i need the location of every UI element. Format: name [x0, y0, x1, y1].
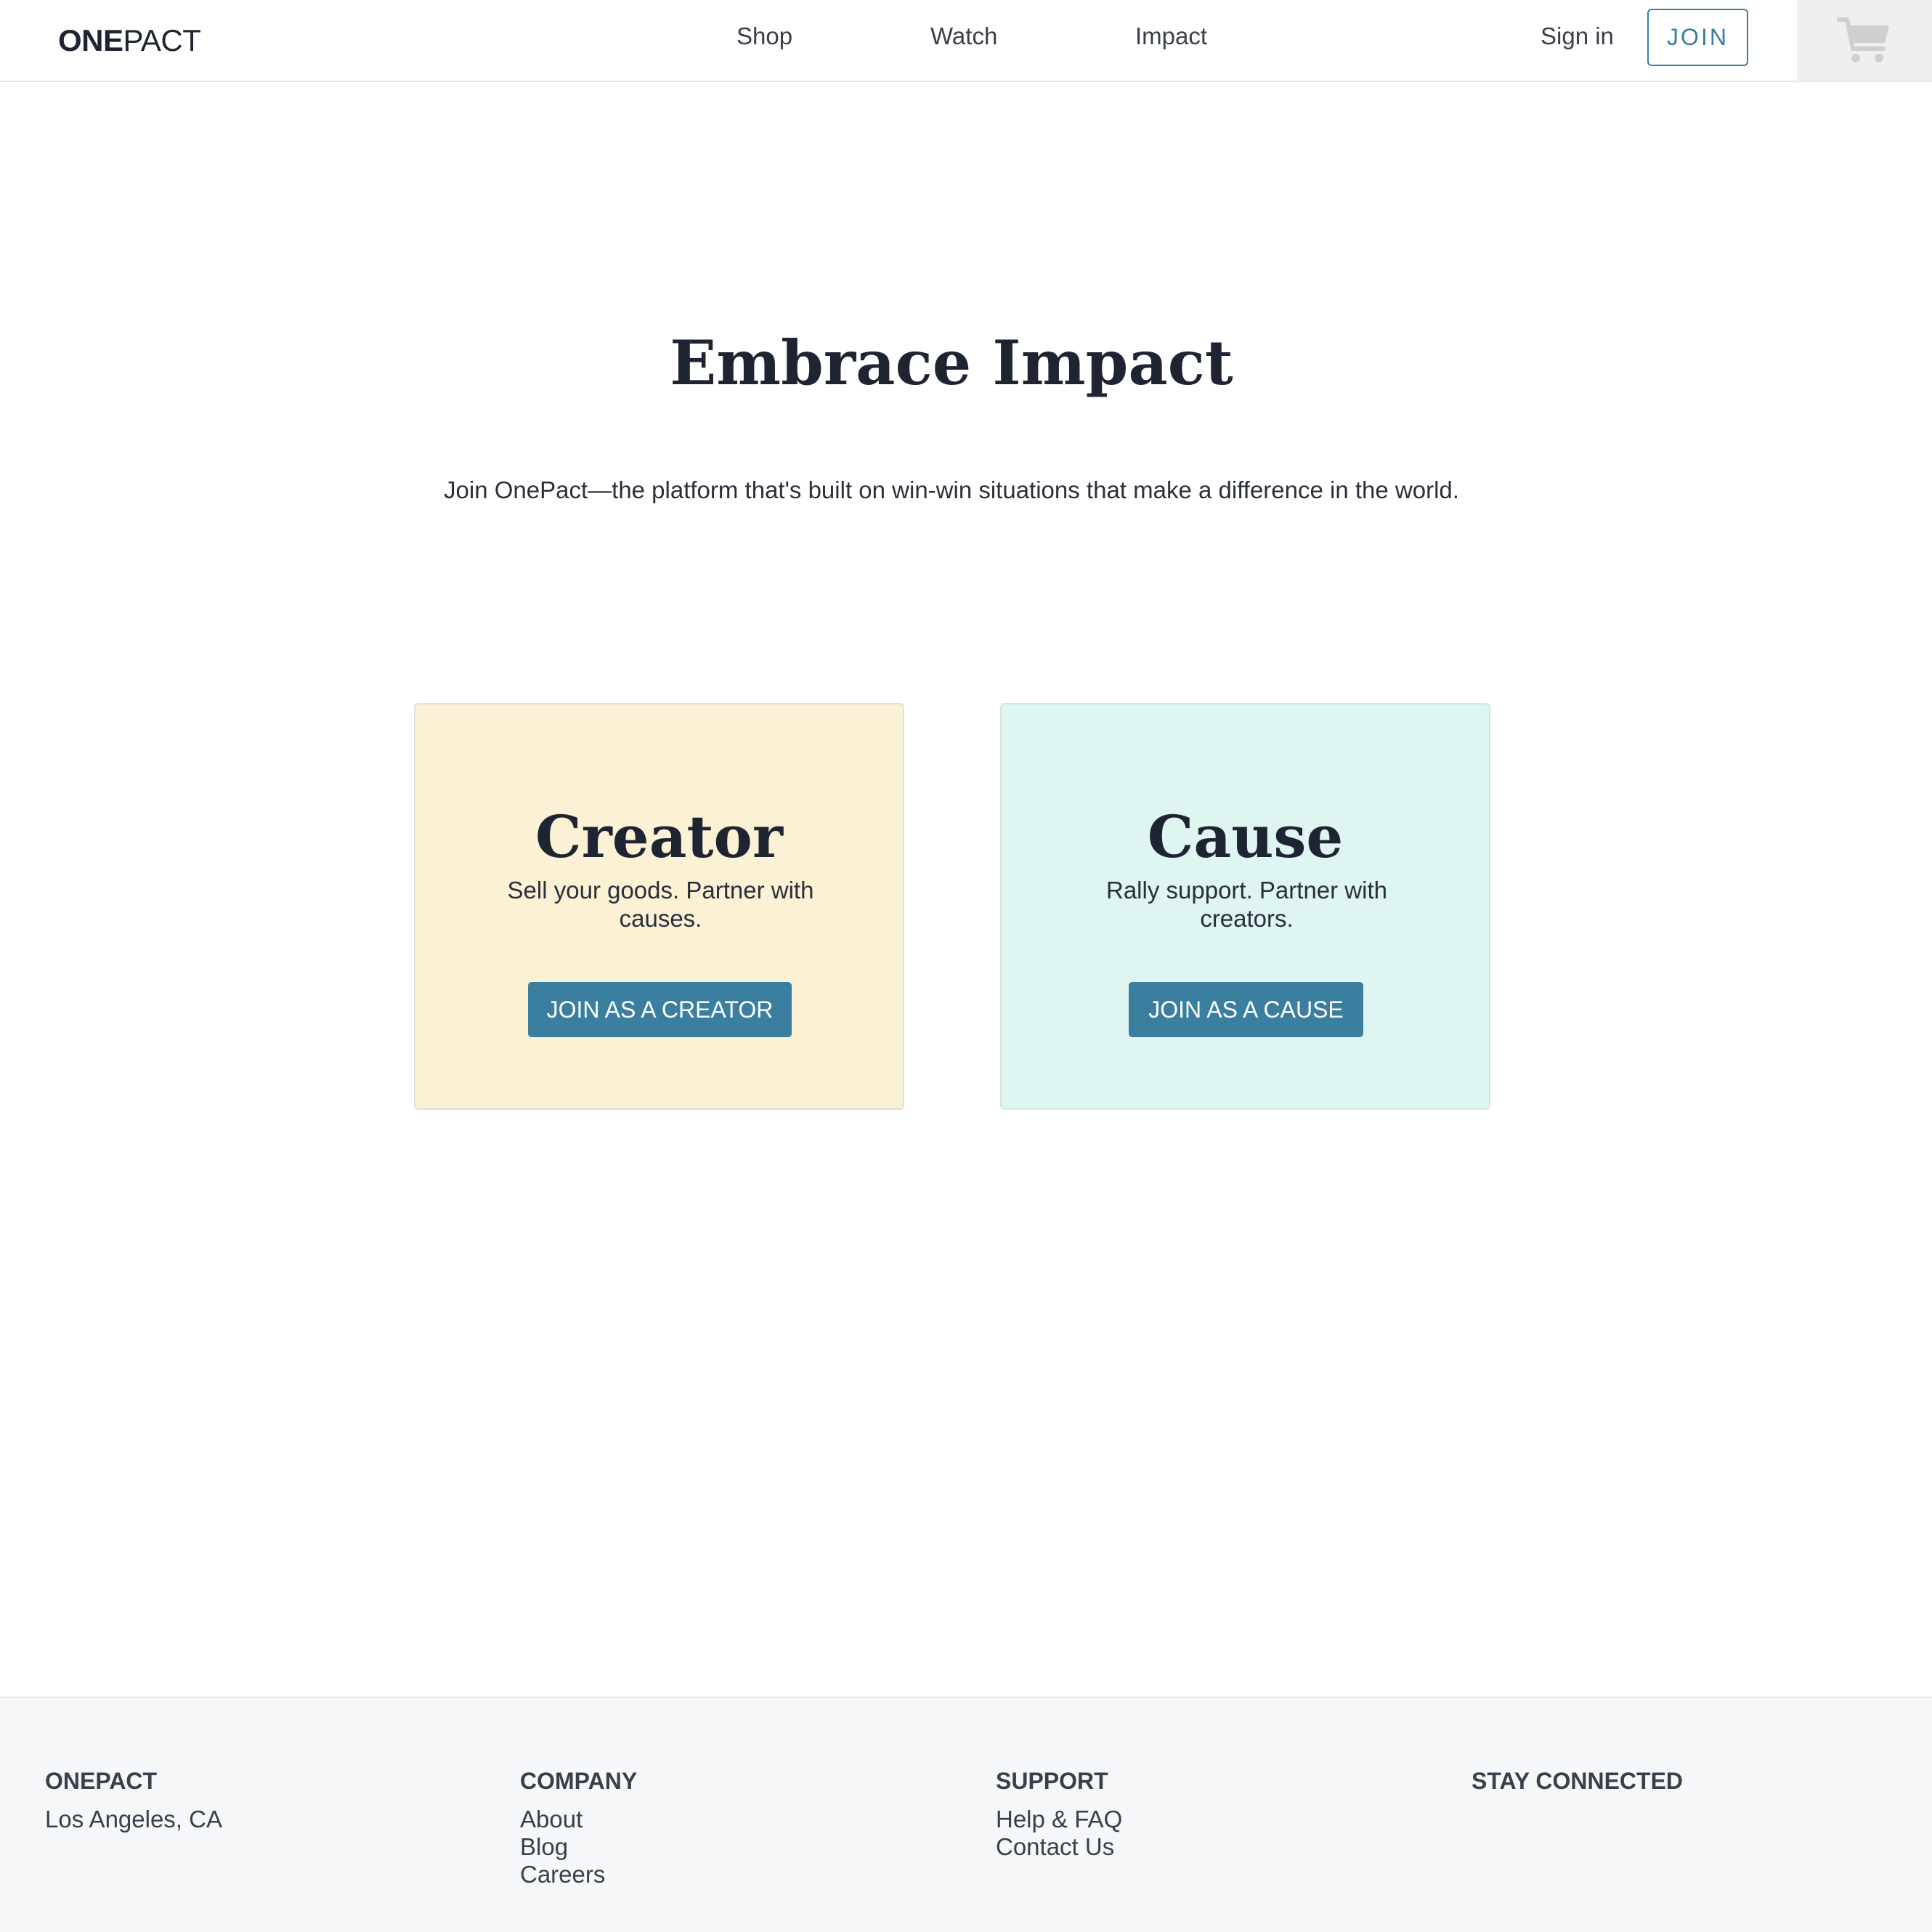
- footer-heading: STAY CONNECTED: [1472, 1768, 1684, 1794]
- footer-heading: SUPPORT: [996, 1768, 1108, 1794]
- cart-button[interactable]: [1797, 0, 1932, 81]
- footer-heading: ONEPACT: [45, 1768, 158, 1794]
- nav-impact-link[interactable]: Impact: [1135, 20, 1207, 52]
- cart-icon: [1837, 17, 1889, 62]
- footer-column-stay-connected: STAY CONNECTED: [1472, 1766, 1683, 1806]
- cause-card-title: Cause: [1147, 803, 1344, 871]
- nav-watch-link[interactable]: Watch: [930, 20, 997, 52]
- footer-location: Los Angeles, CA: [45, 1806, 222, 1832]
- page-title: Embrace Impact: [670, 327, 1233, 399]
- join-as-creator-button[interactable]: JOIN AS A CREATOR: [528, 982, 792, 1037]
- nav-shop-link[interactable]: Shop: [736, 20, 792, 52]
- site-header: ONEPACT Shop Watch Impact Sign in JOIN: [0, 0, 1932, 82]
- cause-card-description: Rally support. Partner with creators.: [1106, 877, 1387, 932]
- hero-subtitle: Join OnePact—the platform that's built o…: [444, 476, 1459, 503]
- footer-column-support: SUPPORT Help & FAQ Contact Us: [996, 1766, 1122, 1861]
- creator-card-title: Creator: [535, 803, 783, 871]
- onepact-logo[interactable]: ONEPACT: [58, 22, 201, 60]
- logo-bold-text: ONE: [58, 23, 123, 57]
- footer-link-contact-us[interactable]: Contact Us: [996, 1833, 1122, 1861]
- footer-link-careers[interactable]: Careers: [520, 1861, 637, 1888]
- cause-card: Cause Rally support. Partner with creato…: [1000, 703, 1490, 1110]
- logo-light-text: PACT: [123, 23, 201, 57]
- footer-heading: COMPANY: [520, 1768, 638, 1794]
- sign-in-link[interactable]: Sign in: [1541, 20, 1614, 52]
- join-button[interactable]: JOIN: [1647, 9, 1748, 66]
- footer-link-about[interactable]: About: [520, 1806, 637, 1833]
- join-as-cause-button[interactable]: JOIN AS A CAUSE: [1129, 982, 1363, 1037]
- creator-card: Creator Sell your goods. Partner with ca…: [414, 703, 904, 1110]
- footer-link-help-faq[interactable]: Help & FAQ: [996, 1806, 1122, 1833]
- creator-card-description: Sell your goods. Partner with causes.: [507, 877, 814, 932]
- footer-column-onepact: ONEPACT Los Angeles, CA: [45, 1766, 222, 1833]
- site-footer: ONEPACT Los Angeles, CA COMPANY About Bl…: [0, 1697, 1932, 1932]
- footer-column-company: COMPANY About Blog Careers: [520, 1766, 637, 1888]
- footer-link-blog[interactable]: Blog: [520, 1833, 637, 1861]
